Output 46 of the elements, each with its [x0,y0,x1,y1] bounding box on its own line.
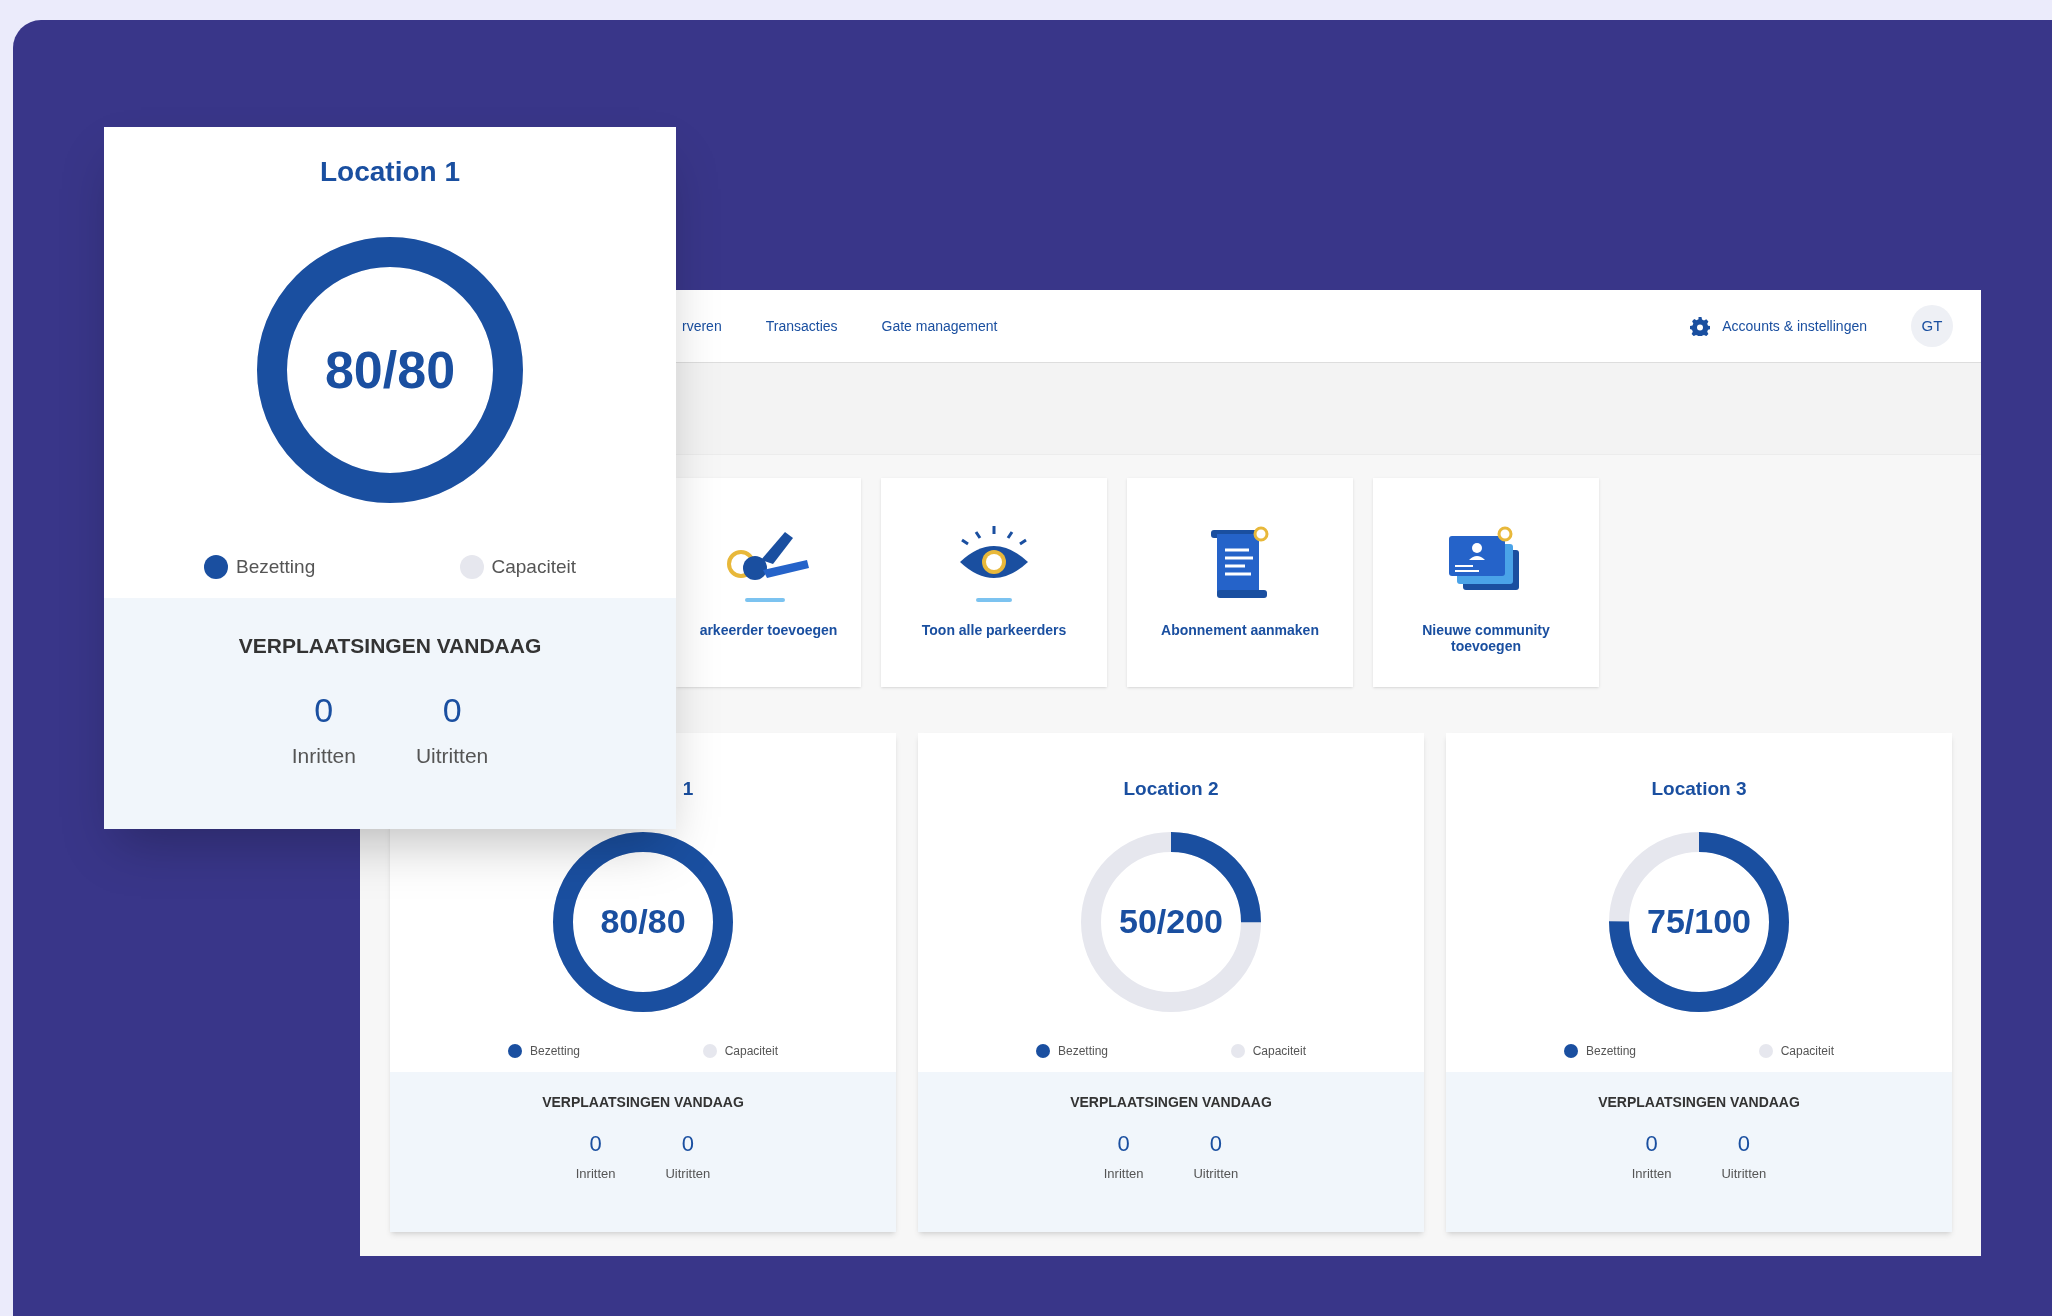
stat-label: Inritten [575,1164,616,1183]
stat-value: 0 [1209,1129,1222,1158]
occupancy-reading: 80/80 [600,901,686,942]
nav-link[interactable]: rveren [682,315,722,337]
stat-label: Uitritten [1193,1164,1239,1183]
action-tile[interactable]: Abonnement aanmaken [1127,478,1353,687]
stat-value: 0 [1117,1129,1130,1158]
stat-label: Uitritten [415,743,489,769]
user-avatar[interactable]: GT [1911,305,1953,347]
legend-label: Bezetting [1586,1042,1637,1060]
location-title: Location 1 [320,155,460,189]
legend-label: Bezetting [530,1042,581,1060]
stat-label: Inritten [1103,1164,1144,1183]
stat-value: 0 [314,690,334,731]
legend-label: Bezetting [236,555,316,579]
location-title: Location 3 [1651,777,1747,801]
location-title: Location 2 [1123,777,1219,801]
settings-link[interactable]: Accounts & instellingen [1690,315,1867,337]
occupancy-reading: 80/80 [324,340,456,401]
action-tile[interactable]: Toon alle parkeerders [881,478,1107,687]
section-title: VERPLAATSINGEN VANDAAG [1070,1092,1272,1112]
location-title: 1 [682,777,694,801]
stat-label: Uitritten [665,1164,711,1183]
section-title: VERPLAATSINGEN VANDAAG [1598,1092,1800,1112]
stat-value: 0 [681,1129,694,1158]
stat-value: 0 [589,1129,602,1158]
nav-link[interactable]: Transacties [765,315,838,337]
legend-label: Capaciteit [724,1042,778,1060]
nav-link[interactable]: Gate management [881,315,998,337]
legend-label: Capaciteit [1780,1042,1834,1060]
stat-label: Inritten [291,743,356,769]
stat-value: 0 [1737,1129,1750,1158]
legend-label: Bezetting [1058,1042,1109,1060]
section-title: VERPLAATSINGEN VANDAAG [542,1092,744,1112]
occupancy-reading: 50/200 [1119,901,1223,942]
occupancy-reading: 75/100 [1647,901,1751,942]
stat-value: 0 [1645,1129,1658,1158]
action-tile[interactable]: arkeerder toevoegen [676,478,861,687]
action-tile[interactable]: Nieuwe community toevoegen [1373,478,1599,687]
legend-label: Capaciteit [1252,1042,1306,1060]
stat-value: 0 [442,690,462,731]
settings-icon [1690,316,1711,336]
stat-label: Uitritten [1721,1164,1767,1183]
section-title: VERPLAATSINGEN VANDAAG [238,632,542,659]
stat-label: Inritten [1631,1164,1672,1183]
legend-label: Capaciteit [491,555,576,579]
